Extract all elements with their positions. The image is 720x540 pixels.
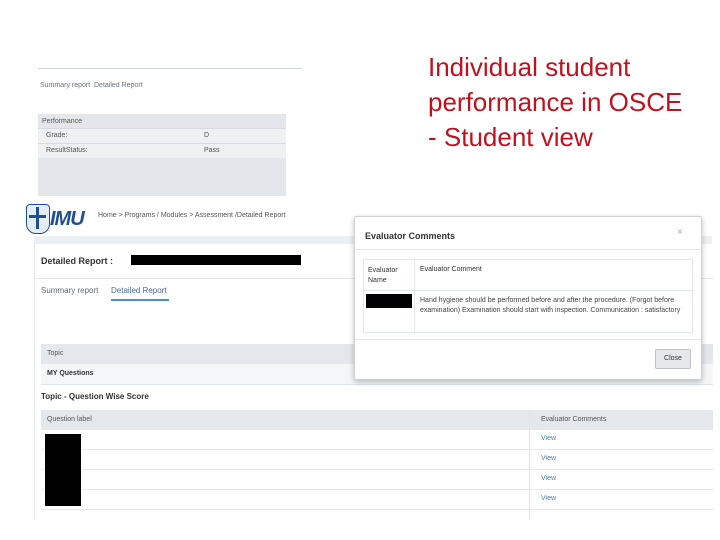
modal-footer-divider [355, 339, 701, 340]
performance-row-label: Grade: [46, 132, 68, 139]
page-title: Detailed Report : [41, 256, 114, 266]
logo-text: IMU [50, 208, 85, 230]
column-divider [529, 410, 530, 520]
background-table-fragment [704, 344, 710, 358]
performance-title: Performance [42, 118, 83, 125]
evaluator-name-header: Evaluator Name [368, 267, 398, 284]
table-row: View [41, 490, 713, 510]
close-button[interactable]: Close [655, 349, 691, 369]
row-divider [364, 290, 692, 291]
redacted-question-labels [45, 434, 81, 506]
view-comments-link[interactable]: View [541, 495, 556, 502]
slide-caption: Individual student performance in OSCE -… [428, 50, 708, 155]
evaluator-comment-text: Hand hygiene should be performed before … [420, 297, 681, 314]
modal-title: Evaluator Comments [365, 231, 456, 241]
redacted-student-name [131, 255, 301, 265]
top-report-screenshot: Summary report Detailed Report Performan… [38, 66, 304, 196]
evaluator-comments-header: Evaluator Comments [541, 416, 607, 423]
close-icon[interactable]: × [677, 227, 683, 238]
view-comments-link[interactable]: View [541, 435, 556, 442]
performance-row-label: ResultStatus: [46, 147, 88, 154]
question-label-header: Question label [47, 416, 92, 423]
caption-line: Individual student [428, 52, 631, 82]
logo-shield-icon [26, 204, 50, 234]
performance-row-value: Pass [204, 147, 220, 154]
active-tab-indicator [111, 299, 169, 301]
performance-row-grade: Grade: D [38, 128, 286, 143]
question-wise-score-heading: Topic - Question Wise Score [41, 392, 149, 401]
redacted-evaluator-name [366, 294, 412, 308]
imu-logo[interactable]: IMU [24, 202, 85, 236]
evaluator-comment-header: Evaluator Comment [420, 266, 482, 273]
table-row: View [41, 450, 713, 470]
tab-detailed-report[interactable]: Detailed Report [111, 286, 167, 295]
topic-name: MY Questions [47, 370, 94, 377]
performance-row-result: ResultStatus: Pass [38, 143, 286, 158]
topic-column-header: Topic [47, 350, 64, 357]
top-tab-summary[interactable]: Summary report [40, 82, 90, 89]
tab-summary-report[interactable]: Summary report [41, 286, 98, 295]
evaluator-comments-table: Evaluator Name Evaluator Comment Hand hy… [363, 259, 693, 333]
question-table-header: Question label Evaluator Comments [41, 410, 713, 430]
table-row: View [41, 470, 713, 490]
column-divider [414, 260, 415, 332]
view-comments-link[interactable]: View [541, 455, 556, 462]
evaluator-comments-modal: Evaluator Comments × Evaluator Name Eval… [354, 216, 702, 380]
breadcrumb[interactable]: Home > Programs / Modules > Assessment /… [98, 212, 286, 219]
caption-line: - Student view [428, 122, 593, 152]
modal-divider [355, 249, 701, 250]
performance-row-value: D [204, 132, 210, 139]
caption-line: performance in OSCE [428, 87, 683, 117]
performance-panel: Performance Grade: D ResultStatus: Pass [38, 114, 286, 196]
top-tab-detailed[interactable]: Detailed Report [94, 82, 143, 89]
table-row: View [41, 430, 713, 450]
view-comments-link[interactable]: View [541, 475, 556, 482]
top-tabs-divider [38, 68, 302, 69]
